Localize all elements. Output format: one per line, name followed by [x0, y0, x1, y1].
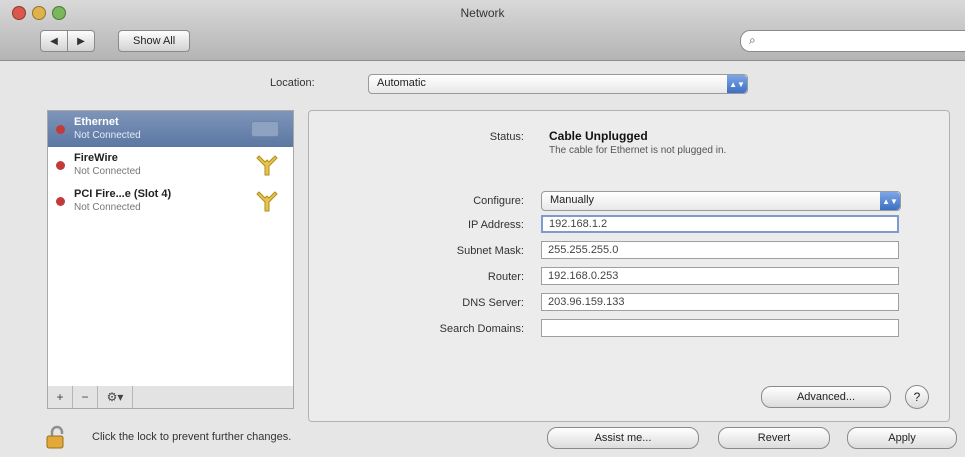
- ip-address-label: IP Address:: [467, 219, 524, 231]
- location-popup[interactable]: Automatic ▲▼: [368, 74, 748, 94]
- forward-arrow-icon: ▶: [77, 35, 85, 47]
- search-icon: ⌕: [749, 33, 756, 47]
- service-name: Ethernet: [74, 116, 119, 128]
- search-input[interactable]: [765, 33, 959, 49]
- search-domains-field[interactable]: [541, 319, 899, 337]
- service-item-pci-firewire[interactable]: PCI Fire...e (Slot 4) Not Connected: [48, 183, 293, 219]
- search-field[interactable]: ⌕: [740, 30, 965, 52]
- configure-popup[interactable]: Manually ▲▼: [541, 191, 901, 211]
- network-preferences-window: Network ◀ ▶ Show All ⌕ Location: Automat…: [0, 0, 965, 457]
- nav-buttons: ◀ ▶: [40, 30, 95, 52]
- advanced-button[interactable]: Advanced...: [761, 386, 891, 408]
- router-field[interactable]: [541, 267, 899, 285]
- service-detail-pane: Status: Cable Unplugged The cable for Et…: [308, 110, 950, 422]
- dns-server-label: DNS Server:: [462, 297, 524, 309]
- show-all-button[interactable]: Show All: [118, 30, 191, 52]
- back-arrow-icon: ◀: [50, 35, 58, 47]
- lock-icon[interactable]: [44, 424, 70, 450]
- title-bar: Network ◀ ▶ Show All ⌕: [0, 0, 965, 61]
- status-dot-icon: [56, 125, 65, 134]
- router-label: Router:: [487, 271, 524, 283]
- service-status: Not Connected: [74, 202, 141, 213]
- popup-arrows-icon: ▲▼: [880, 192, 900, 210]
- service-name: FireWire: [74, 152, 118, 164]
- service-status: Not Connected: [74, 166, 141, 177]
- service-item-ethernet[interactable]: Ethernet Not Connected: [48, 111, 293, 147]
- service-status: Not Connected: [74, 130, 141, 141]
- status-description: The cable for Ethernet is not plugged in…: [549, 145, 727, 156]
- lock-message: Click the lock to prevent further change…: [92, 431, 292, 443]
- subnet-mask-field[interactable]: [541, 241, 899, 259]
- configure-value: Manually: [550, 194, 595, 206]
- firewire-icon: [256, 191, 278, 212]
- assist-me-button[interactable]: Assist me...: [547, 427, 699, 449]
- firewire-icon: [256, 155, 278, 176]
- window-title: Network: [460, 6, 505, 20]
- status-dot-icon: [56, 161, 65, 170]
- search-domains-label: Search Domains:: [439, 323, 524, 335]
- service-name: PCI Fire...e (Slot 4): [74, 188, 172, 200]
- location-value: Automatic: [377, 77, 426, 89]
- status-value: Cable Unplugged: [549, 129, 648, 143]
- service-list-footer: + − ⚙▾: [47, 386, 294, 409]
- revert-button[interactable]: Revert: [718, 427, 830, 449]
- remove-service-button[interactable]: −: [73, 386, 98, 408]
- service-list: Ethernet Not Connected FireWire Not Conn…: [47, 110, 294, 387]
- forward-button[interactable]: ▶: [68, 30, 95, 52]
- help-button[interactable]: ?: [905, 385, 929, 409]
- status-dot-icon: [56, 197, 65, 206]
- dns-server-field[interactable]: [541, 293, 899, 311]
- gear-menu-button[interactable]: ⚙▾: [98, 386, 133, 408]
- back-button[interactable]: ◀: [40, 30, 68, 52]
- configure-label: Configure:: [473, 195, 524, 207]
- ip-address-field[interactable]: [541, 215, 899, 233]
- service-item-firewire[interactable]: FireWire Not Connected: [48, 147, 293, 183]
- add-service-button[interactable]: +: [48, 386, 73, 408]
- location-label: Location:: [270, 77, 315, 89]
- ethernet-icon: [251, 121, 279, 137]
- status-label: Status:: [489, 131, 524, 143]
- subnet-mask-label: Subnet Mask:: [456, 245, 524, 257]
- apply-button[interactable]: Apply: [847, 427, 957, 449]
- popup-arrows-icon: ▲▼: [727, 75, 747, 93]
